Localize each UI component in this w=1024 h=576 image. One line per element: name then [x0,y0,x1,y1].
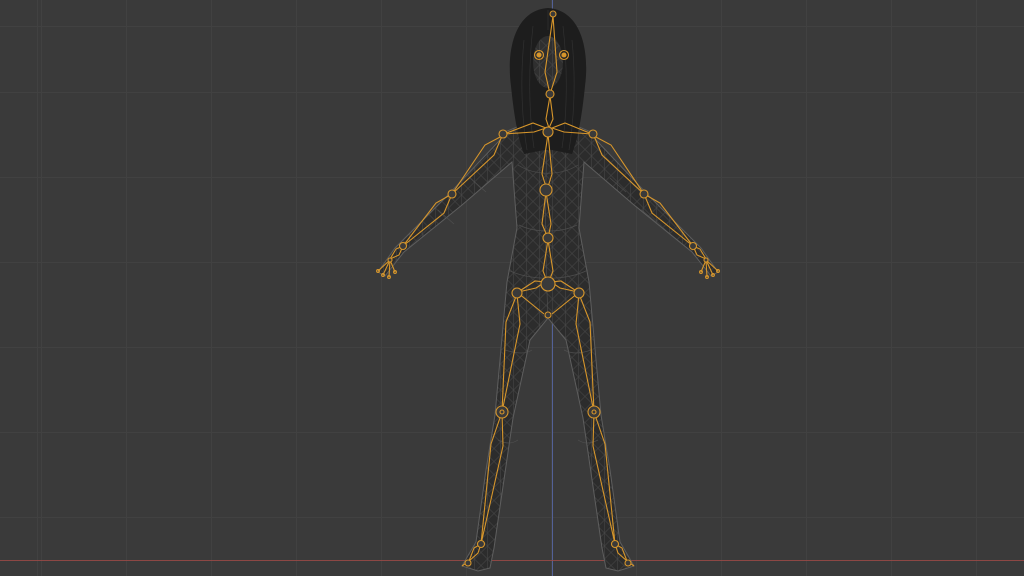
face-wire [533,36,563,88]
armature-joints [387,10,709,567]
character-model[interactable] [0,0,1024,576]
body-mesh[interactable] [377,111,719,572]
3d-viewport[interactable] [0,0,1024,576]
armature[interactable] [376,10,720,567]
body-wireframe-pattern [378,112,718,571]
